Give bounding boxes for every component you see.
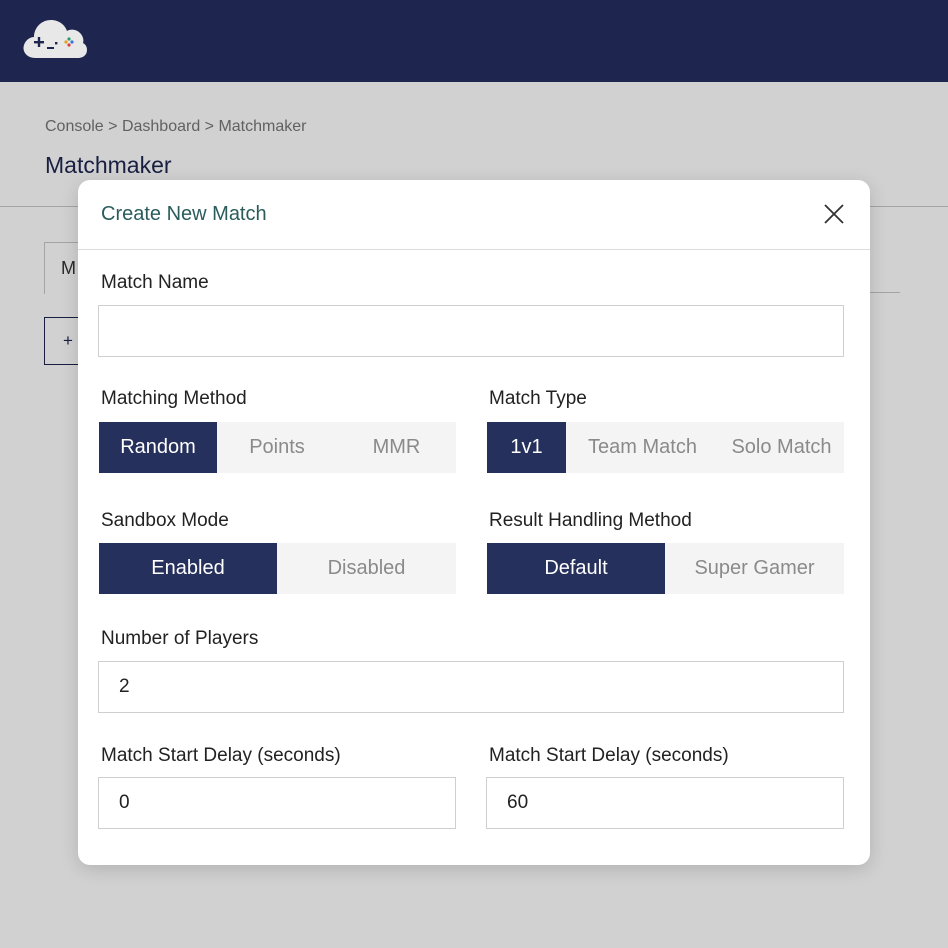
match-type-team[interactable]: Team Match xyxy=(566,422,719,473)
match-name-input[interactable] xyxy=(98,305,844,357)
matching-method-selector: Random Points MMR xyxy=(99,422,456,473)
match-type-selector: 1v1 Team Match Solo Match xyxy=(487,422,844,473)
sandbox-mode-label: Sandbox Mode xyxy=(101,510,229,531)
result-handling-selector: Default Super Gamer xyxy=(487,543,844,594)
start-delay-input-secondary[interactable] xyxy=(486,777,844,829)
result-handling-default[interactable]: Default xyxy=(487,543,665,594)
match-type-label: Match Type xyxy=(489,388,587,409)
top-header xyxy=(0,0,948,82)
modal-title: Create New Match xyxy=(101,203,267,225)
create-match-dialog: Create New Match Match Name Matching Met… xyxy=(78,180,870,865)
start-delay-label-secondary: Match Start Delay (seconds) xyxy=(489,745,729,766)
cloud-gamepad-icon[interactable] xyxy=(22,18,88,60)
modal-header: Create New Match xyxy=(78,180,870,250)
sandbox-disabled[interactable]: Disabled xyxy=(277,543,456,594)
result-handling-super-gamer[interactable]: Super Gamer xyxy=(665,543,844,594)
num-players-label: Number of Players xyxy=(101,628,259,649)
result-handling-label: Result Handling Method xyxy=(489,510,692,531)
match-type-solo[interactable]: Solo Match xyxy=(719,422,844,473)
matching-method-mmr[interactable]: MMR xyxy=(337,422,456,473)
num-players-input[interactable] xyxy=(98,661,844,713)
sandbox-mode-selector: Enabled Disabled xyxy=(99,543,456,594)
matching-method-random[interactable]: Random xyxy=(99,422,217,473)
match-name-label: Match Name xyxy=(101,272,209,293)
sandbox-enabled[interactable]: Enabled xyxy=(99,543,277,594)
start-delay-input[interactable] xyxy=(98,777,456,829)
close-icon[interactable] xyxy=(822,202,846,226)
match-type-1v1[interactable]: 1v1 xyxy=(487,422,566,473)
matching-method-label: Matching Method xyxy=(101,388,247,409)
start-delay-label: Match Start Delay (seconds) xyxy=(101,745,341,766)
matching-method-points[interactable]: Points xyxy=(217,422,337,473)
